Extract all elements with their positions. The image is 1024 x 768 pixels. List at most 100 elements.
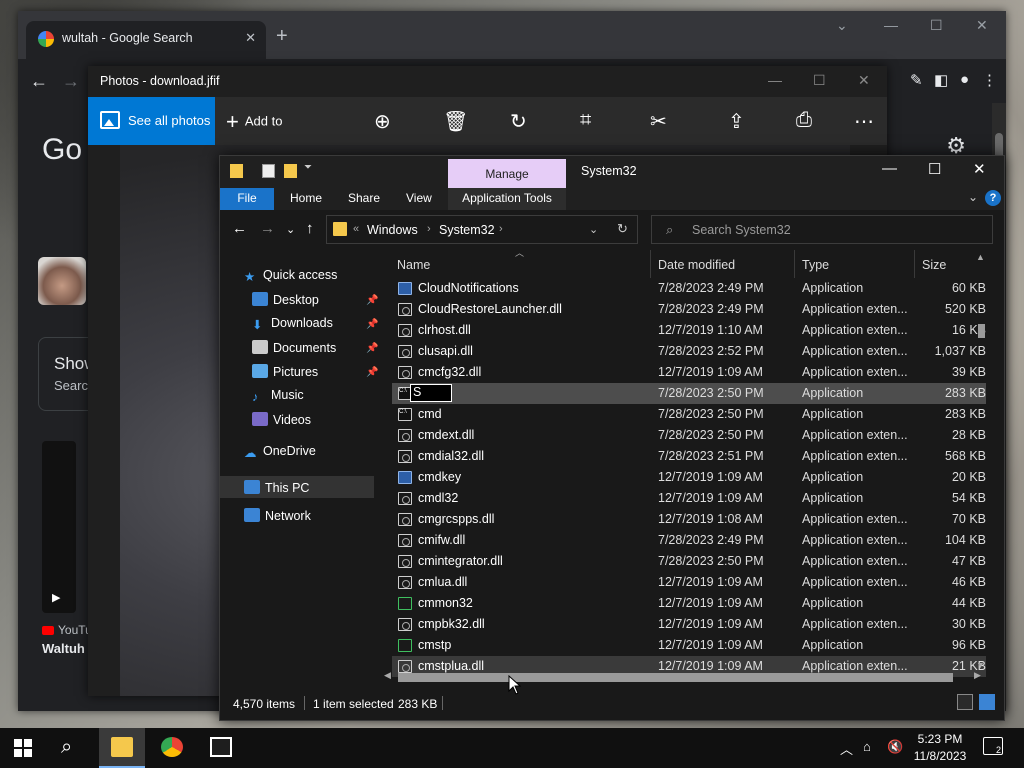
- delete-icon[interactable]: 🗑: [443, 109, 468, 134]
- file-row[interactable]: cmpbk32.dll 12/7/2019 1:09 AM Application …: [392, 614, 986, 635]
- column-size[interactable]: Size: [922, 258, 946, 272]
- column-divider[interactable]: [794, 250, 795, 278]
- video-thumbnail[interactable]: ▶: [42, 441, 76, 613]
- sidebar-icon[interactable]: ◧: [934, 71, 948, 89]
- column-divider[interactable]: [914, 250, 915, 278]
- nav-downloads[interactable]: ⬇ Downloads 📌: [252, 316, 378, 338]
- edit-effects-icon[interactable]: ✂: [650, 109, 667, 134]
- search-box[interactable]: ⌕ Search System32: [651, 215, 993, 244]
- menu-dots-icon[interactable]: ⋮: [982, 71, 997, 89]
- scroll-left-icon[interactable]: ◀: [384, 670, 391, 681]
- close-button[interactable]: ✕: [976, 17, 988, 34]
- add-to-button[interactable]: + Add to: [226, 109, 282, 135]
- close-button[interactable]: ✕: [973, 160, 986, 178]
- file-row[interactable]: cmmon32 12/7/2019 1:09 AM Application 44 KB: [392, 593, 986, 614]
- folder-icon[interactable]: [230, 164, 243, 178]
- nav-documents[interactable]: Documents 📌: [252, 340, 378, 362]
- close-button[interactable]: ✕: [858, 72, 870, 89]
- zoom-in-icon[interactable]: ⊕: [374, 109, 391, 134]
- tab-home[interactable]: Home: [290, 191, 322, 205]
- address-bar[interactable]: « Windows › System32 › ⌄ ↻: [326, 215, 638, 244]
- file-row[interactable]: cmcfg32.dll 12/7/2019 1:09 AM Application …: [392, 362, 986, 383]
- file-row[interactable]: cmlua.dll 12/7/2019 1:09 AM Application ex…: [392, 572, 986, 593]
- file-row[interactable]: cmdkey 12/7/2019 1:09 AM Application 20 KB: [392, 467, 986, 488]
- maximize-button[interactable]: ☐: [928, 160, 941, 178]
- network-icon[interactable]: ⌂: [863, 739, 871, 754]
- photos-taskbar-button[interactable]: [198, 728, 244, 768]
- result-thumbnail[interactable]: [38, 257, 86, 305]
- tab-file[interactable]: File: [220, 188, 274, 210]
- address-dropdown-icon[interactable]: ⌄: [589, 223, 598, 236]
- notifications-icon[interactable]: 2: [983, 737, 1003, 755]
- nav-this-pc[interactable]: This PC: [220, 476, 374, 498]
- file-row[interactable]: cmstp 12/7/2019 1:09 AM Application 96 KB: [392, 635, 986, 656]
- file-row[interactable]: cmdial32.dll 7/28/2023 2:51 PM Application…: [392, 446, 986, 467]
- maximize-button[interactable]: ☐: [930, 17, 943, 34]
- new-tab-button[interactable]: +: [276, 25, 288, 48]
- manage-tab[interactable]: Manage: [448, 159, 566, 188]
- chevron-down-icon[interactable]: ⌄: [836, 17, 848, 34]
- rotate-icon[interactable]: ↻: [510, 109, 527, 134]
- file-row[interactable]: CloudNotifications 7/28/2023 2:49 PM Appli…: [392, 278, 986, 299]
- file-row[interactable]: CloudRestoreLauncher.dll 7/28/2023 2:49 P…: [392, 299, 986, 320]
- column-type[interactable]: Type: [802, 258, 829, 272]
- minimize-button[interactable]: —: [768, 72, 782, 88]
- tab-view[interactable]: View: [406, 191, 432, 205]
- close-tab-icon[interactable]: ✕: [245, 30, 256, 46]
- see-all-photos-button[interactable]: See all photos: [88, 97, 215, 145]
- forward-arrow-icon[interactable]: →: [260, 220, 275, 237]
- refresh-icon[interactable]: ↻: [617, 221, 628, 237]
- minimize-button[interactable]: —: [884, 17, 898, 33]
- column-name[interactable]: Name: [397, 258, 430, 272]
- column-date-modified[interactable]: Date modified: [658, 258, 735, 272]
- breadcrumb-system32[interactable]: System32: [439, 223, 495, 237]
- crop-icon[interactable]: ⌗: [580, 109, 591, 132]
- horizontal-scrollbar[interactable]: ◀ ▶: [380, 669, 988, 685]
- file-explorer-taskbar-button[interactable]: [99, 728, 145, 768]
- file-row[interactable]: clusapi.dll 7/28/2023 2:52 PM Application …: [392, 341, 986, 362]
- maximize-button[interactable]: ☐: [813, 72, 826, 89]
- minimize-button[interactable]: —: [882, 160, 897, 177]
- more-icon[interactable]: ⋯: [854, 109, 874, 134]
- new-folder-icon[interactable]: [284, 164, 297, 178]
- file-row[interactable]: clrhost.dll 12/7/2019 1:10 AM Application …: [392, 320, 986, 341]
- nav-desktop[interactable]: Desktop 📌: [252, 292, 378, 314]
- tab-share[interactable]: Share: [348, 191, 380, 205]
- column-divider[interactable]: [650, 250, 651, 278]
- video-title[interactable]: Waltuh: [42, 641, 85, 656]
- file-row[interactable]: cmdl32 12/7/2019 1:09 AM Application 54 KB: [392, 488, 986, 509]
- tab-application-tools[interactable]: Application Tools: [448, 188, 566, 210]
- vertical-scrollbar[interactable]: ▲ ▼: [974, 250, 988, 670]
- print-icon[interactable]: ⎙: [796, 109, 812, 132]
- edit-icon[interactable]: ✎: [910, 71, 923, 89]
- help-icon[interactable]: ?: [985, 190, 1001, 206]
- search-icon[interactable]: ⌕: [61, 736, 72, 759]
- file-row[interactable]: cmgrcspps.dll 12/7/2019 1:08 AM Applicatio…: [392, 509, 986, 530]
- file-row[interactable]: cmintegrator.dll 7/28/2023 2:50 PM Applica…: [392, 551, 986, 572]
- nav-network[interactable]: Network: [244, 508, 311, 530]
- customize-qa-icon[interactable]: ⏷: [304, 162, 317, 176]
- file-row[interactable]: cmifw.dll 7/28/2023 2:49 PM Application ex…: [392, 530, 986, 551]
- scroll-thumb[interactable]: [978, 324, 985, 338]
- back-arrow-icon[interactable]: ←: [30, 71, 48, 92]
- share-icon[interactable]: ⇪: [728, 109, 745, 134]
- scroll-right-icon[interactable]: ▶: [974, 670, 981, 681]
- recent-locations-icon[interactable]: ⌄: [286, 223, 295, 236]
- large-icons-view-button[interactable]: [979, 694, 995, 710]
- breadcrumb-windows[interactable]: Windows: [367, 223, 418, 237]
- details-view-button[interactable]: [957, 694, 973, 710]
- nav-onedrive[interactable]: ☁ OneDrive: [244, 444, 316, 466]
- clock[interactable]: 5:23 PM 11/8/2023: [908, 731, 972, 765]
- rename-input[interactable]: S: [410, 384, 452, 402]
- file-row[interactable]: cmd7/28/2023 2:50 PMApplication283 KB: [392, 404, 986, 425]
- expand-ribbon-icon[interactable]: ⌄: [968, 190, 978, 204]
- chevron-up-icon[interactable]: ︿: [840, 739, 853, 758]
- scroll-up-icon[interactable]: ▲: [976, 252, 985, 262]
- volume-muted-icon[interactable]: 🔇: [887, 739, 903, 755]
- file-row[interactable]: cmdext.dll 7/28/2023 2:50 PM Application e…: [392, 425, 986, 446]
- scroll-thumb[interactable]: [398, 673, 953, 682]
- profile-icon[interactable]: ●: [960, 71, 969, 88]
- forward-arrow-icon[interactable]: →: [62, 71, 80, 92]
- nav-quick-access[interactable]: ★ Quick access: [244, 268, 337, 290]
- chrome-taskbar-button[interactable]: [149, 728, 195, 768]
